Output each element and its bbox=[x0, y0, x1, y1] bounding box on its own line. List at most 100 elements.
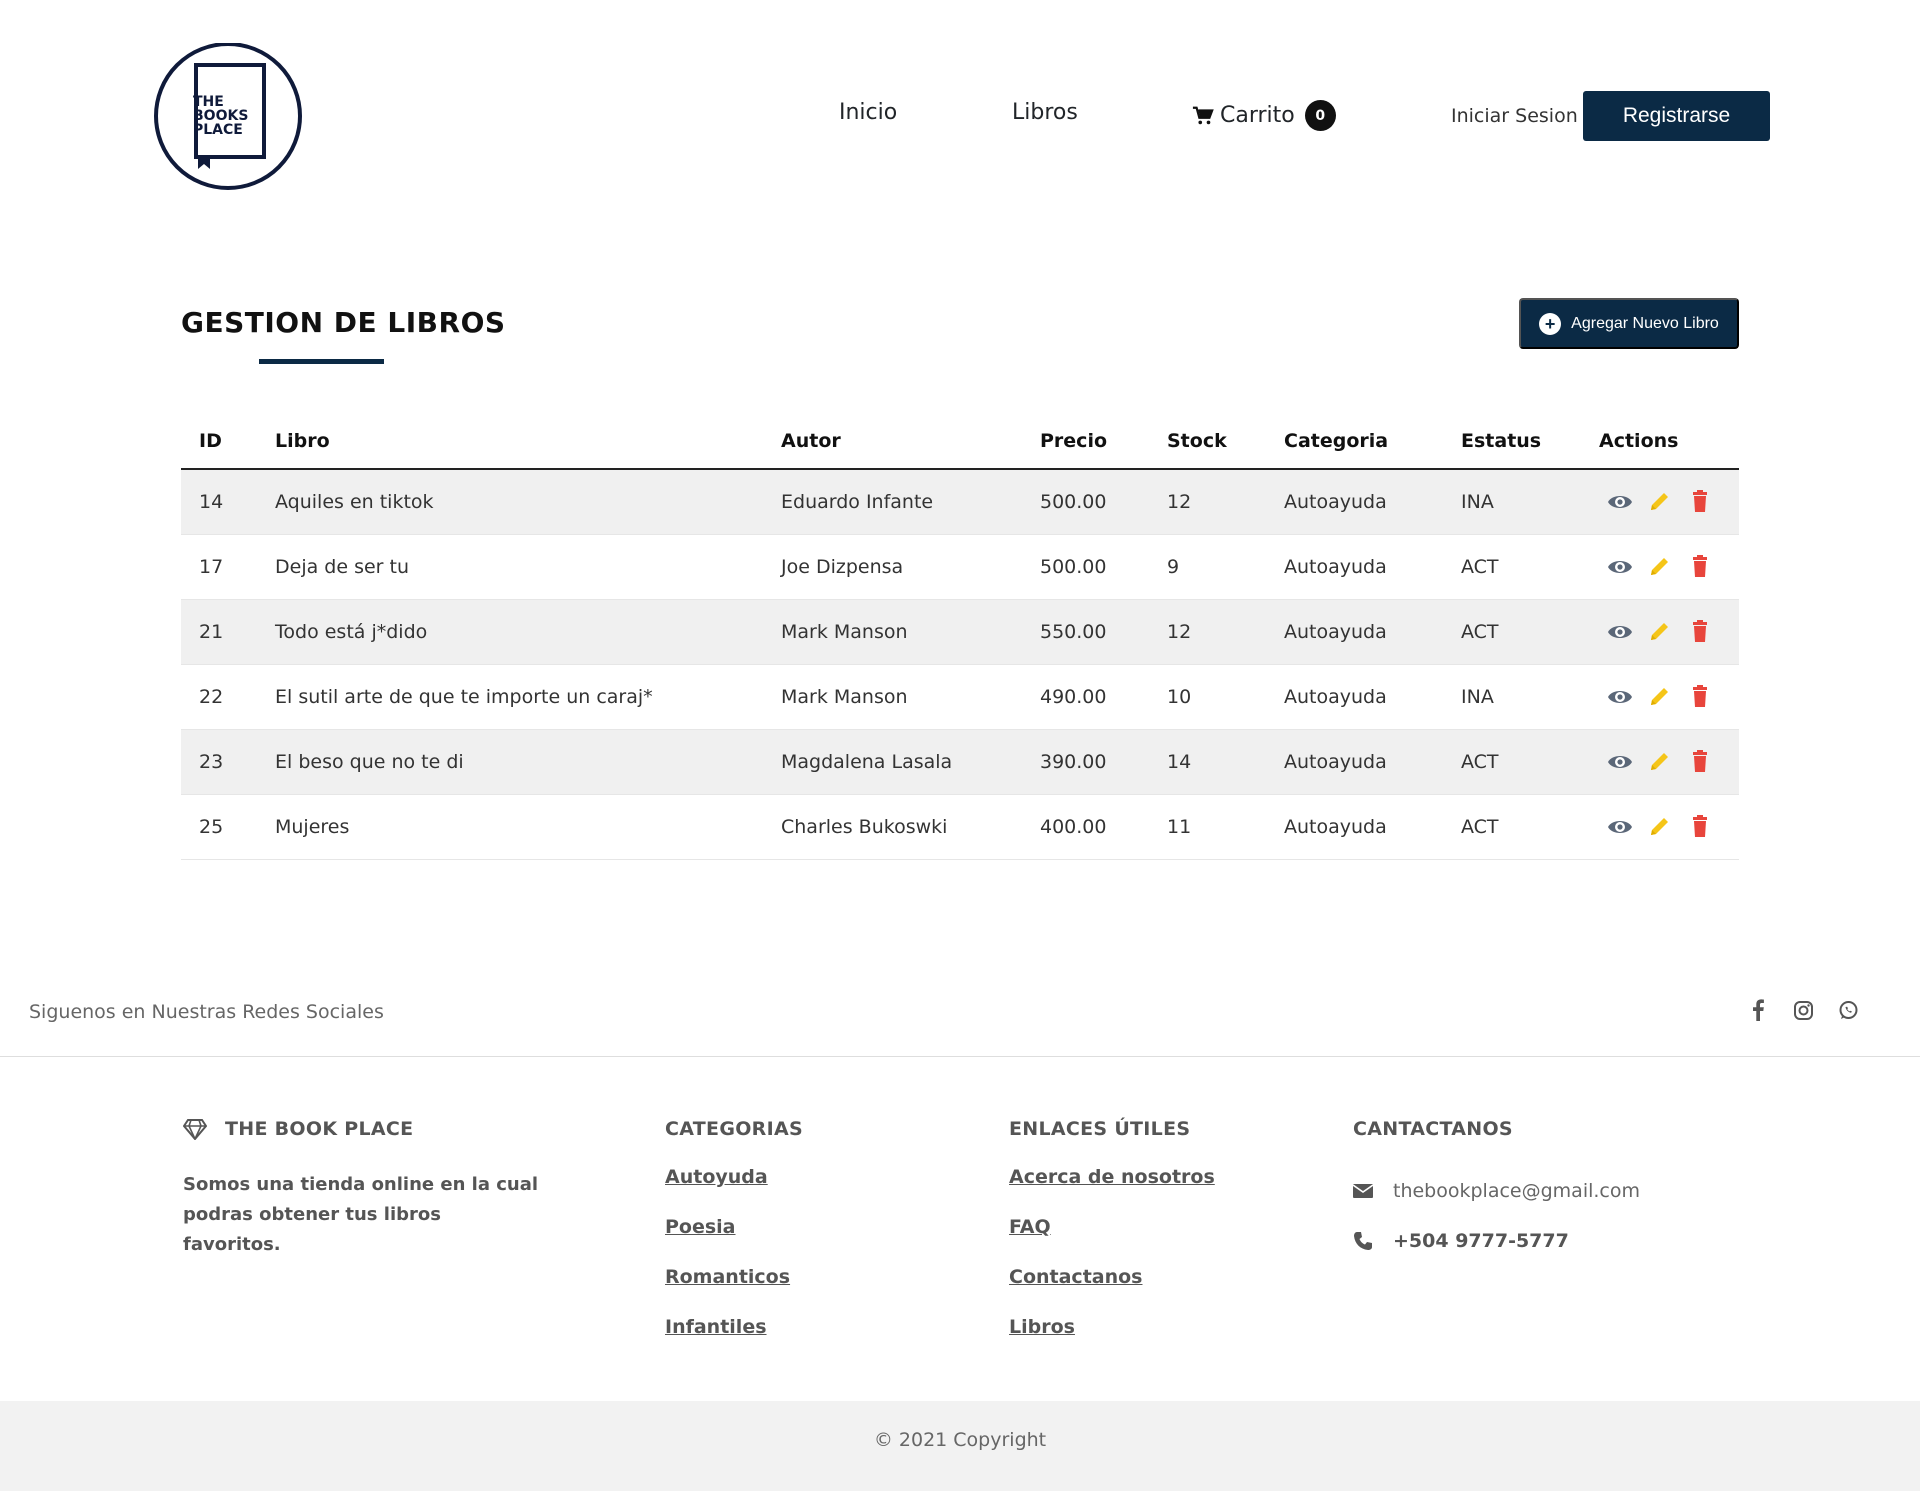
instagram-icon[interactable] bbox=[1793, 998, 1814, 1022]
eye-icon[interactable] bbox=[1607, 620, 1633, 644]
pencil-icon[interactable] bbox=[1647, 620, 1673, 644]
svg-text:PLACE: PLACE bbox=[193, 122, 243, 138]
list-item: Romanticos bbox=[665, 1266, 803, 1316]
contact-phone[interactable]: +504 9777-5777 bbox=[1393, 1230, 1569, 1252]
pencil-icon[interactable] bbox=[1647, 490, 1673, 514]
cell-libro: Aquiles en tiktok bbox=[275, 469, 781, 535]
trash-icon[interactable] bbox=[1687, 619, 1713, 644]
footer-useful-links: ENLACES ÚTILES Acerca de nosotros FAQ Co… bbox=[1009, 1118, 1215, 1366]
table-header-row: ID Libro Autor Precio Stock Categoria Es… bbox=[181, 413, 1739, 470]
column-header-id[interactable]: ID bbox=[181, 413, 275, 470]
copyright-bar: © 2021 Copyright bbox=[0, 1401, 1920, 1491]
cell-autor: Joe Dizpensa bbox=[781, 534, 1040, 600]
category-link-poesia[interactable]: Poesia bbox=[665, 1216, 736, 1238]
cell-stock: 14 bbox=[1167, 729, 1284, 795]
category-link-infantiles[interactable]: Infantiles bbox=[665, 1316, 767, 1338]
list-item: Acerca de nosotros bbox=[1009, 1166, 1215, 1216]
table-row: 17 Deja de ser tu Joe Dizpensa 500.00 9 … bbox=[181, 534, 1739, 600]
page-title: GESTION DE LIBROS bbox=[181, 306, 506, 339]
cell-id: 25 bbox=[181, 794, 275, 860]
nav-inicio[interactable]: Inicio bbox=[839, 100, 897, 125]
row-actions bbox=[1599, 814, 1739, 839]
footer-brand-heading: THE BOOK PLACE bbox=[183, 1118, 543, 1140]
pencil-icon[interactable] bbox=[1647, 750, 1673, 774]
page-title-light: GESTION DE bbox=[181, 306, 388, 339]
title-underline bbox=[259, 359, 384, 364]
cell-categoria: Autoayuda bbox=[1284, 664, 1461, 730]
envelope-icon bbox=[1353, 1184, 1373, 1198]
cell-autor: Eduardo Infante bbox=[781, 469, 1040, 535]
eye-icon[interactable] bbox=[1607, 750, 1633, 774]
row-actions bbox=[1599, 749, 1739, 774]
column-header-actions: Actions bbox=[1599, 413, 1739, 470]
cell-actions bbox=[1599, 599, 1739, 665]
pencil-icon[interactable] bbox=[1647, 815, 1673, 839]
column-header-autor[interactable]: Autor bbox=[781, 413, 1040, 470]
cell-stock: 12 bbox=[1167, 469, 1284, 535]
cell-categoria: Autoayuda bbox=[1284, 729, 1461, 795]
nav-carrito[interactable]: Carrito 0 bbox=[1192, 100, 1336, 131]
column-header-estatus[interactable]: Estatus bbox=[1461, 413, 1599, 470]
login-link[interactable]: Iniciar Sesion bbox=[1451, 105, 1578, 127]
category-link-autoyuda[interactable]: Autoyuda bbox=[665, 1166, 768, 1188]
cell-estatus: INA bbox=[1461, 469, 1599, 535]
column-header-libro[interactable]: Libro bbox=[275, 413, 781, 470]
register-button[interactable]: Registrarse bbox=[1583, 91, 1770, 141]
cell-id: 14 bbox=[181, 469, 275, 535]
table-row: 23 El beso que no te di Magdalena Lasala… bbox=[181, 729, 1739, 795]
column-header-stock[interactable]: Stock bbox=[1167, 413, 1284, 470]
copyright-text: © 2021 Copyright bbox=[873, 1429, 1047, 1451]
site-logo[interactable]: THE BOOKS PLACE bbox=[152, 43, 305, 190]
row-actions bbox=[1599, 619, 1739, 644]
cell-precio: 390.00 bbox=[1040, 729, 1167, 795]
cell-libro: El sutil arte de que te importe un caraj… bbox=[275, 664, 781, 730]
cell-precio: 500.00 bbox=[1040, 534, 1167, 600]
cell-precio: 500.00 bbox=[1040, 469, 1167, 535]
eye-icon[interactable] bbox=[1607, 815, 1633, 839]
table-row: 21 Todo está j*dido Mark Manson 550.00 1… bbox=[181, 599, 1739, 665]
category-link-romanticos[interactable]: Romanticos bbox=[665, 1266, 790, 1288]
table-row: 22 El sutil arte de que te importe un ca… bbox=[181, 664, 1739, 730]
cell-stock: 12 bbox=[1167, 599, 1284, 665]
contact-email-row: thebookplace@gmail.com bbox=[1353, 1166, 1640, 1216]
trash-icon[interactable] bbox=[1687, 684, 1713, 709]
link-libros[interactable]: Libros bbox=[1009, 1316, 1075, 1338]
cart-count-badge: 0 bbox=[1304, 100, 1336, 131]
column-header-categoria[interactable]: Categoria bbox=[1284, 413, 1461, 470]
trash-icon[interactable] bbox=[1687, 554, 1713, 579]
add-book-button[interactable]: + Agregar Nuevo Libro bbox=[1519, 298, 1739, 349]
list-item: Infantiles bbox=[665, 1316, 803, 1366]
add-book-label: Agregar Nuevo Libro bbox=[1571, 314, 1719, 332]
cell-categoria: Autoayuda bbox=[1284, 599, 1461, 665]
contact-phone-row: +504 9777-5777 bbox=[1353, 1216, 1640, 1266]
eye-icon[interactable] bbox=[1607, 555, 1633, 579]
table-row: 14 Aquiles en tiktok Eduardo Infante 500… bbox=[181, 469, 1739, 535]
footer-contact: CANTACTANOS thebookplace@gmail.com +504 … bbox=[1353, 1118, 1640, 1266]
link-acerca[interactable]: Acerca de nosotros bbox=[1009, 1166, 1215, 1188]
contact-email[interactable]: thebookplace@gmail.com bbox=[1393, 1180, 1640, 1202]
column-header-precio[interactable]: Precio bbox=[1040, 413, 1167, 470]
cell-estatus: ACT bbox=[1461, 534, 1599, 600]
whatsapp-icon[interactable] bbox=[1838, 998, 1859, 1022]
eye-icon[interactable] bbox=[1607, 685, 1633, 709]
list-item: Poesia bbox=[665, 1216, 803, 1266]
eye-icon[interactable] bbox=[1607, 490, 1633, 514]
cell-stock: 11 bbox=[1167, 794, 1284, 860]
trash-icon[interactable] bbox=[1687, 814, 1713, 839]
cell-autor: Mark Manson bbox=[781, 599, 1040, 665]
cell-categoria: Autoayuda bbox=[1284, 469, 1461, 535]
trash-icon[interactable] bbox=[1687, 489, 1713, 514]
footer-divider bbox=[0, 1056, 1920, 1057]
pencil-icon[interactable] bbox=[1647, 555, 1673, 579]
pencil-icon[interactable] bbox=[1647, 685, 1673, 709]
link-contactanos[interactable]: Contactanos bbox=[1009, 1266, 1142, 1288]
diamond-icon bbox=[183, 1119, 207, 1140]
link-faq[interactable]: FAQ bbox=[1009, 1216, 1051, 1238]
cell-libro: Deja de ser tu bbox=[275, 534, 781, 600]
trash-icon[interactable] bbox=[1687, 749, 1713, 774]
facebook-icon[interactable] bbox=[1748, 998, 1769, 1022]
nav-libros[interactable]: Libros bbox=[1012, 100, 1078, 125]
cell-actions bbox=[1599, 729, 1739, 795]
footer-categories-list: Autoyuda Poesia Romanticos Infantiles bbox=[665, 1166, 803, 1366]
cell-autor: Magdalena Lasala bbox=[781, 729, 1040, 795]
